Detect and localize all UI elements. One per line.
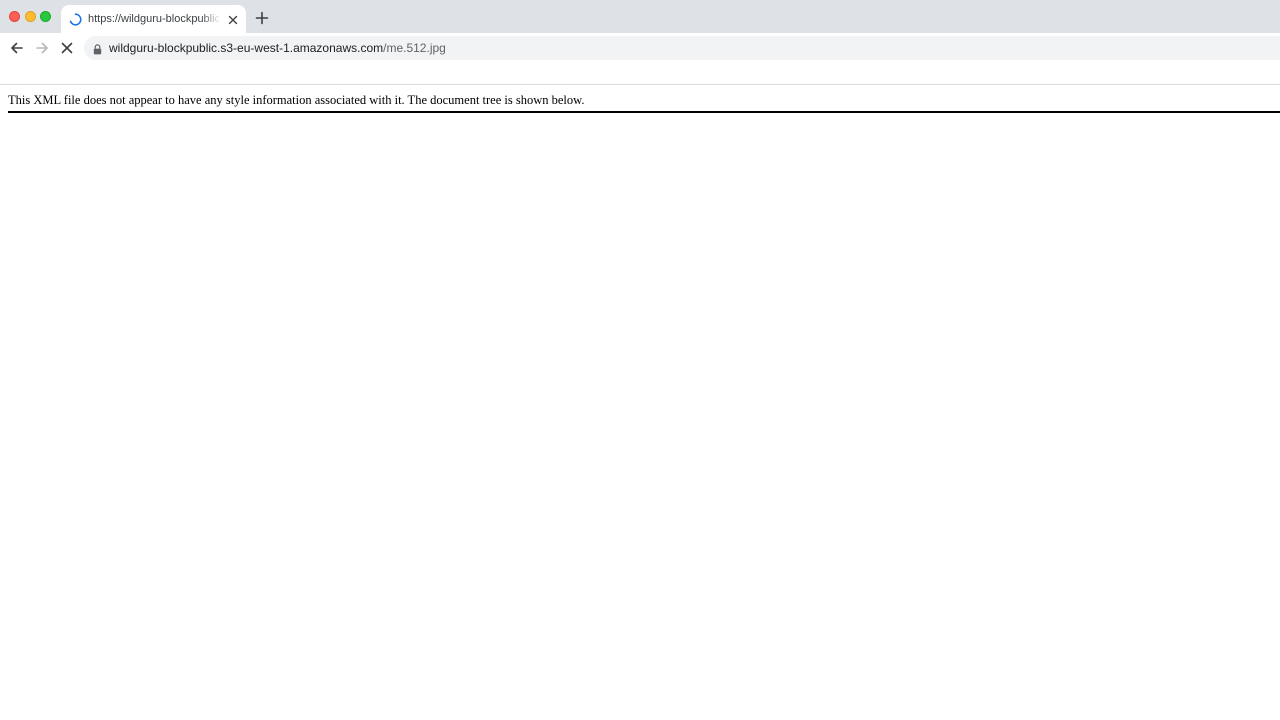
new-tab-button[interactable]: [255, 11, 269, 25]
lock-icon[interactable]: [93, 42, 102, 55]
arrow-left-icon: [11, 42, 23, 54]
toolbar: wildguru-blockpublic.s3-eu-west-1.amazon…: [0, 33, 1280, 85]
window-close-button[interactable]: [9, 11, 20, 22]
address-bar[interactable]: wildguru-blockpublic.s3-eu-west-1.amazon…: [84, 36, 1280, 60]
plus-icon: [255, 11, 269, 25]
tab-active[interactable]: https://wildguru-blockpublic.s3-eu-west-…: [61, 5, 246, 33]
close-icon: [61, 42, 73, 54]
window-maximize-button[interactable]: [40, 11, 51, 22]
stop-loading-button[interactable]: [58, 39, 76, 57]
tab-close-icon[interactable]: [227, 13, 239, 25]
tab-title: https://wildguru-blockpublic.s3-eu-west-…: [88, 13, 221, 25]
forward-button[interactable]: [33, 39, 51, 57]
window-minimize-button[interactable]: [25, 11, 36, 22]
arrow-right-icon: [36, 42, 48, 54]
url-host: wildguru-blockpublic.s3-eu-west-1.amazon…: [109, 41, 384, 55]
tab-strip: https://wildguru-blockpublic.s3-eu-west-…: [0, 0, 1280, 33]
page-content: This XML file does not appear to have an…: [0, 85, 1280, 720]
url-path: /me.512.jpg: [383, 41, 446, 55]
loading-spinner-icon: [69, 13, 82, 26]
xml-no-style-message: This XML file does not appear to have an…: [8, 93, 1280, 113]
url-text[interactable]: wildguru-blockpublic.s3-eu-west-1.amazon…: [109, 41, 446, 55]
browser-window: https://wildguru-blockpublic.s3-eu-west-…: [0, 0, 1280, 720]
back-button[interactable]: [8, 39, 26, 57]
